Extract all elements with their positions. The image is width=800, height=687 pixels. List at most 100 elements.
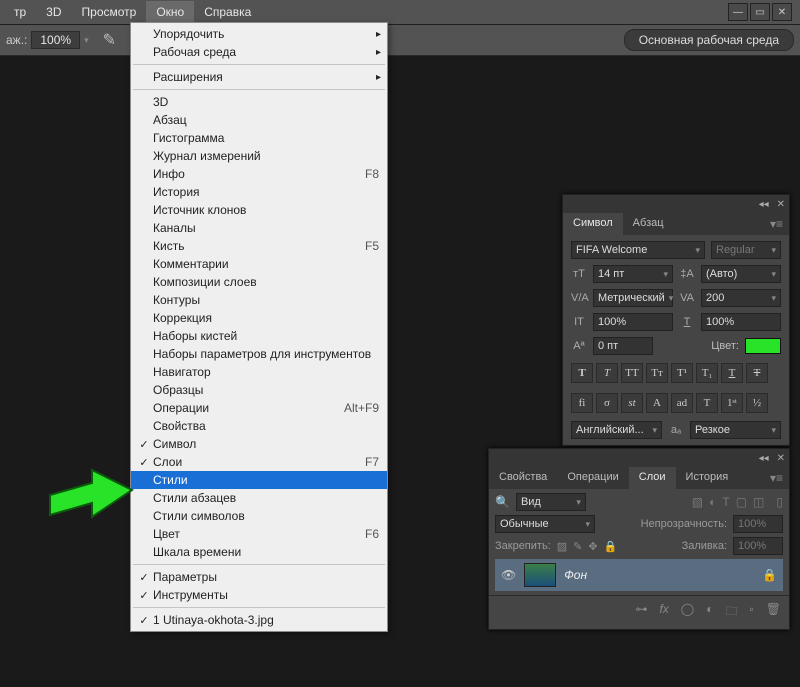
menu-item[interactable]: ЦветF6 xyxy=(131,525,387,543)
delete-layer-icon[interactable]: 🗑 xyxy=(766,602,781,623)
language-select[interactable]: Английский... xyxy=(571,421,662,439)
menu-item[interactable]: Стили абзацев xyxy=(131,489,387,507)
tab-character[interactable]: Символ xyxy=(563,213,623,235)
filter-select[interactable]: Вид xyxy=(516,493,586,511)
filter-smart-icon[interactable]: ◫ xyxy=(753,495,764,509)
menu-item[interactable]: Журнал измерений xyxy=(131,147,387,165)
brush-icon[interactable]: ✎ xyxy=(103,30,116,50)
filter-img-icon[interactable]: ▧ xyxy=(692,495,703,509)
fill-field[interactable]: 100% xyxy=(733,537,783,555)
leading-select[interactable]: (Авто) xyxy=(701,265,781,283)
subscript-button[interactable]: T₁ xyxy=(696,363,718,383)
layer-thumbnail[interactable] xyxy=(524,563,556,587)
ot-titling[interactable]: T xyxy=(696,393,718,413)
minimize-button[interactable]: — xyxy=(728,3,748,21)
italic-button[interactable]: T xyxy=(596,363,618,383)
tab-actions[interactable]: Операции xyxy=(557,467,628,489)
lock-transparency-icon[interactable]: ▨ xyxy=(557,540,567,553)
menu-item[interactable]: Образцы xyxy=(131,381,387,399)
group-icon[interactable]: 🗀 xyxy=(725,602,737,623)
font-size-select[interactable]: 14 пт xyxy=(593,265,673,283)
filter-adj-icon[interactable]: ◐ xyxy=(709,495,716,509)
close-button[interactable]: ✕ xyxy=(772,3,792,21)
fx-icon[interactable]: fx xyxy=(659,602,668,623)
superscript-button[interactable]: T¹ xyxy=(671,363,693,383)
menu-item[interactable]: Стили символов xyxy=(131,507,387,525)
strike-button[interactable]: T xyxy=(746,363,768,383)
menu-item[interactable]: Композиции слоев xyxy=(131,273,387,291)
menu-item[interactable]: Контуры xyxy=(131,291,387,309)
menu-item[interactable]: Расширения xyxy=(131,68,387,86)
lock-position-icon[interactable]: ✥ xyxy=(588,540,597,553)
underline-button[interactable]: T xyxy=(721,363,743,383)
tab-layers[interactable]: Слои xyxy=(629,467,676,489)
menu-view[interactable]: Просмотр xyxy=(72,1,147,23)
tab-paragraph[interactable]: Абзац xyxy=(623,213,674,235)
tracking-select[interactable]: 200 xyxy=(701,289,781,307)
menu-filter[interactable]: тр xyxy=(4,1,36,23)
menu-item[interactable]: Упорядочить xyxy=(131,25,387,43)
close-icon[interactable]: ✕ xyxy=(777,199,785,210)
font-family-select[interactable]: FIFA Welcome xyxy=(571,241,705,259)
opacity-field[interactable]: 100% xyxy=(733,515,783,533)
filter-type-icon[interactable]: T xyxy=(722,495,729,509)
menu-3d[interactable]: 3D xyxy=(36,1,71,23)
menu-item[interactable]: Шкала времени xyxy=(131,543,387,561)
menu-item[interactable]: ИнфоF8 xyxy=(131,165,387,183)
vscale-field[interactable]: 100% xyxy=(593,313,673,331)
allcaps-button[interactable]: TT xyxy=(621,363,643,383)
menu-item[interactable]: Наборы кистей xyxy=(131,327,387,345)
panel-menu-icon[interactable]: ▾≡ xyxy=(764,213,789,235)
menu-item[interactable]: Рабочая среда xyxy=(131,43,387,61)
menu-item[interactable]: ✓СлоиF7 xyxy=(131,453,387,471)
filter-toggle[interactable]: ▯ xyxy=(776,495,783,509)
blend-mode-select[interactable]: Обычные xyxy=(495,515,595,533)
menu-item[interactable]: Каналы xyxy=(131,219,387,237)
antialias-select[interactable]: Резкое xyxy=(690,421,781,439)
ot-fractions[interactable]: ½ xyxy=(746,393,768,413)
adjustment-icon[interactable]: ◐ xyxy=(706,602,713,623)
menu-item[interactable]: Абзац xyxy=(131,111,387,129)
collapse-icon[interactable]: ◂◂ xyxy=(759,199,769,210)
lock-all-icon[interactable]: 🔒 xyxy=(604,540,618,553)
menu-item[interactable]: Наборы параметров для инструментов xyxy=(131,345,387,363)
menu-help[interactable]: Справка xyxy=(194,1,261,23)
menu-item[interactable]: ✓Параметры xyxy=(131,568,387,586)
menu-item[interactable]: Стили xyxy=(131,471,387,489)
collapse-icon[interactable]: ◂◂ xyxy=(759,453,769,464)
ot-ordinals[interactable]: 1ˢᵗ xyxy=(721,393,743,413)
new-layer-icon[interactable]: ▫ xyxy=(750,602,754,623)
lock-pixels-icon[interactable]: ✎ xyxy=(573,540,582,553)
menu-item[interactable]: Свойства xyxy=(131,417,387,435)
menu-item[interactable]: История xyxy=(131,183,387,201)
link-layers-icon[interactable]: ⊶ xyxy=(635,602,647,623)
layer-row[interactable]: 👁 Фон 🔒 xyxy=(495,559,783,591)
close-icon[interactable]: ✕ xyxy=(777,453,785,464)
panel-menu-icon[interactable]: ▾≡ xyxy=(764,467,789,489)
kerning-select[interactable]: Метрический xyxy=(593,289,673,307)
filter-shape-icon[interactable]: ▢ xyxy=(736,495,747,509)
menu-item[interactable]: Источник клонов xyxy=(131,201,387,219)
zoom-value[interactable]: 100% xyxy=(31,31,80,49)
ot-fi[interactable]: fi xyxy=(571,393,593,413)
menu-window[interactable]: Окно xyxy=(146,1,194,23)
layer-name[interactable]: Фон xyxy=(564,568,587,582)
menu-item[interactable]: Навигатор xyxy=(131,363,387,381)
tab-history[interactable]: История xyxy=(676,467,739,489)
workspace-button[interactable]: Основная рабочая среда xyxy=(624,29,794,51)
ot-sigma[interactable]: σ xyxy=(596,393,618,413)
smallcaps-button[interactable]: Tᴛ xyxy=(646,363,668,383)
visibility-icon[interactable]: 👁 xyxy=(501,568,516,582)
mask-icon[interactable]: ◯ xyxy=(681,602,694,623)
menu-item[interactable]: ✓Инструменты xyxy=(131,586,387,604)
font-style-select[interactable]: Regular xyxy=(711,241,781,259)
bold-button[interactable]: T xyxy=(571,363,593,383)
ot-ad[interactable]: ad xyxy=(671,393,693,413)
ot-st[interactable]: st xyxy=(621,393,643,413)
menu-item[interactable]: 3D xyxy=(131,93,387,111)
menu-item[interactable]: ОперацииAlt+F9 xyxy=(131,399,387,417)
ot-swash[interactable]: A xyxy=(646,393,668,413)
menu-item[interactable]: КистьF5 xyxy=(131,237,387,255)
tab-properties[interactable]: Свойства xyxy=(489,467,557,489)
menu-item[interactable]: ✓Символ xyxy=(131,435,387,453)
